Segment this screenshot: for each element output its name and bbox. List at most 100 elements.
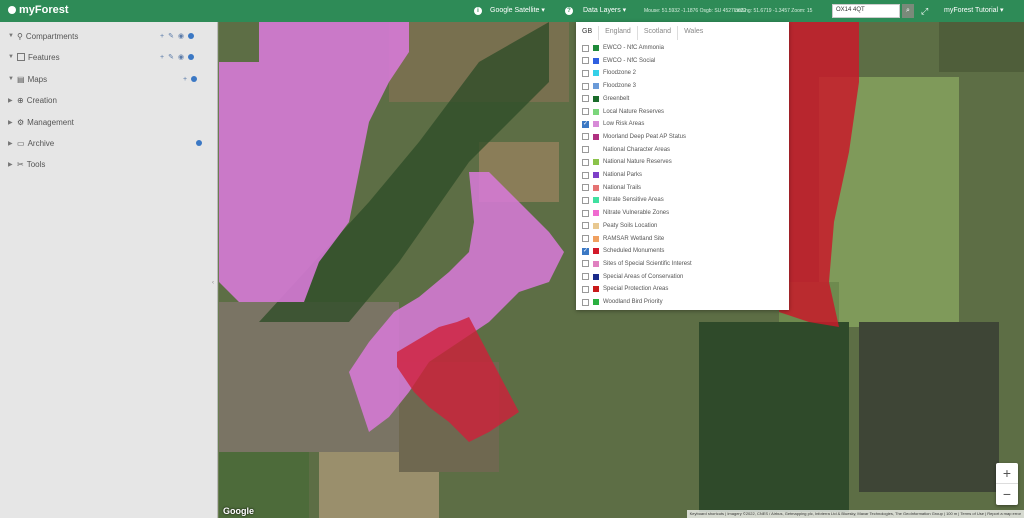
layer-item[interactable]: National Nature Reserves: [582, 156, 672, 168]
layer-checkbox[interactable]: [582, 146, 589, 154]
layer-checkbox[interactable]: [582, 133, 589, 141]
layer-checkbox[interactable]: [582, 108, 589, 115]
layer-checkbox[interactable]: [582, 82, 589, 90]
archive-icon: ▭: [17, 138, 25, 148]
layer-item[interactable]: Nitrate Vulnerable Zones: [582, 207, 669, 219]
layer-item[interactable]: Peaty Soils Location: [582, 220, 657, 232]
edit-icon[interactable]: ✎: [168, 32, 174, 40]
tab-wales[interactable]: Wales: [678, 26, 709, 40]
sidebar-item-creation[interactable]: ▶ ⊕ Creation: [8, 94, 57, 106]
layer-swatch: [593, 83, 599, 90]
layer-item[interactable]: Greenbelt: [582, 93, 629, 105]
add-icon[interactable]: +: [183, 76, 187, 83]
help-icon[interactable]: ?: [565, 7, 573, 15]
sidebar-item-maps[interactable]: ▼ ▤ Maps: [8, 73, 47, 85]
chevron-down-icon: ▼: [8, 76, 14, 82]
layer-swatch: [593, 57, 599, 64]
layer-item[interactable]: Local Nature Reserves: [582, 106, 664, 118]
layer-label: National Parks: [603, 172, 643, 178]
basemap-dropdown[interactable]: Google Satellite ▾: [490, 6, 545, 14]
layer-checkbox[interactable]: [582, 171, 589, 179]
layer-checkbox[interactable]: [582, 247, 589, 255]
layer-label: EWCO - NfC Ammonia: [603, 45, 665, 51]
info-icon[interactable]: i: [474, 7, 482, 15]
sidebar-item-compartments[interactable]: ▼ ⚲ Compartments: [8, 30, 78, 42]
layer-item[interactable]: Low Risk Areas: [582, 118, 644, 130]
layer-item[interactable]: Floodzone 2: [582, 67, 636, 79]
data-layers-dropdown[interactable]: Data Layers ▾: [583, 6, 626, 14]
user-menu[interactable]: myForest Tutorial ▾: [944, 6, 1004, 14]
layer-checkbox[interactable]: [582, 95, 589, 103]
layer-item[interactable]: RAMSAR Wetland Site: [582, 233, 664, 245]
region-tabs: GB England Scotland Wales: [576, 26, 709, 40]
sidebar-collapse-handle[interactable]: ‹: [212, 280, 214, 286]
layer-checkbox[interactable]: [582, 209, 589, 217]
layer-item[interactable]: EWCO - NfC Social: [582, 55, 655, 67]
layer-item[interactable]: National Trails: [582, 182, 641, 194]
layer-checkbox[interactable]: [582, 235, 589, 242]
tab-gb[interactable]: GB: [576, 26, 600, 40]
sidebar-item-management[interactable]: ▶ ⚙ Management: [8, 116, 74, 128]
info-icon[interactable]: [188, 54, 195, 60]
map-attribution[interactable]: Keyboard shortcuts | Imagery ©2022, CNES…: [686, 510, 1024, 518]
layer-label: National Trails: [603, 184, 642, 191]
layer-checkbox[interactable]: [582, 69, 589, 77]
sidebar-item-features[interactable]: ▼ Features: [8, 51, 60, 63]
layer-swatch: [593, 95, 599, 102]
info-icon[interactable]: [196, 140, 202, 146]
layer-checkbox[interactable]: [582, 120, 589, 128]
layer-checkbox[interactable]: [582, 158, 589, 166]
search-button[interactable]: ⌕: [902, 4, 914, 18]
layer-item[interactable]: Special Protection Areas: [582, 283, 668, 295]
layer-item[interactable]: Sites of Special Scientific Interest: [582, 258, 692, 270]
sidebar: ▼ ⚲ Compartments + ✎ ◉ ▼ Features + ✎ ◉ …: [0, 22, 218, 518]
layer-item[interactable]: National Parks: [582, 169, 642, 181]
edit-icon[interactable]: ✎: [168, 53, 174, 61]
layer-item[interactable]: Nitrate Sensitive Areas: [582, 194, 664, 206]
add-icon[interactable]: +: [160, 54, 164, 61]
layer-checkbox[interactable]: [582, 44, 589, 52]
layer-checkbox[interactable]: [582, 222, 589, 230]
tab-scotland[interactable]: Scotland: [638, 26, 679, 40]
maps-actions: +: [183, 73, 198, 85]
layer-checkbox[interactable]: [582, 196, 589, 204]
tab-england[interactable]: England: [599, 26, 638, 40]
layer-item[interactable]: National Character Areas: [582, 144, 670, 156]
archive-actions: [196, 137, 202, 149]
layer-item[interactable]: Floodzone 3: [582, 80, 636, 92]
layer-swatch: [593, 70, 599, 77]
add-icon[interactable]: +: [160, 33, 164, 40]
layer-checkbox[interactable]: [582, 273, 589, 281]
fullscreen-icon[interactable]: ⤢: [921, 6, 928, 17]
zoom-in-button[interactable]: +: [996, 463, 1018, 484]
app-logo[interactable]: myForest: [8, 4, 69, 16]
sidebar-item-tools[interactable]: ▶ ✂ Tools: [8, 158, 45, 170]
layer-item[interactable]: Woodland Bird Priority: [582, 296, 663, 308]
layer-swatch: [593, 260, 599, 267]
layer-label: Nitrate Vulnerable Zones: [603, 210, 670, 217]
layer-label: RAMSAR Wetland Site: [603, 235, 665, 242]
layer-checkbox[interactable]: [582, 57, 589, 65]
layer-item[interactable]: EWCO - NfC Ammonia: [582, 42, 664, 54]
layer-item[interactable]: Scheduled Monuments: [582, 245, 664, 257]
zoom-out-button[interactable]: −: [996, 484, 1018, 505]
layer-swatch: [593, 286, 599, 293]
sidebar-item-archive[interactable]: ▶ ▭ Archive: [8, 137, 54, 149]
layer-item[interactable]: Moorland Deep Peat AP Status: [582, 131, 686, 143]
view-icon[interactable]: ◉: [178, 32, 184, 40]
layer-label: Low Risk Areas: [603, 121, 645, 128]
layer-checkbox[interactable]: [582, 298, 589, 306]
layer-checkbox[interactable]: [582, 285, 589, 293]
info-icon[interactable]: [191, 76, 198, 82]
layer-swatch: [593, 172, 599, 178]
layer-swatch: [593, 45, 599, 51]
layer-checkbox[interactable]: [582, 184, 589, 192]
layer-checkbox[interactable]: [582, 260, 589, 268]
layer-item[interactable]: Special Areas of Conservation: [582, 271, 683, 283]
info-icon[interactable]: [188, 33, 195, 39]
view-icon[interactable]: ◉: [178, 53, 184, 61]
chevron-right-icon: ▶: [8, 161, 13, 168]
location-search-input[interactable]: OX14 4QT: [832, 4, 900, 18]
mouse-coordinates: Mouse: 51.5932 -1.1876 Osgb: SU 4527 863…: [644, 8, 747, 14]
app-name: myForest: [19, 4, 69, 16]
